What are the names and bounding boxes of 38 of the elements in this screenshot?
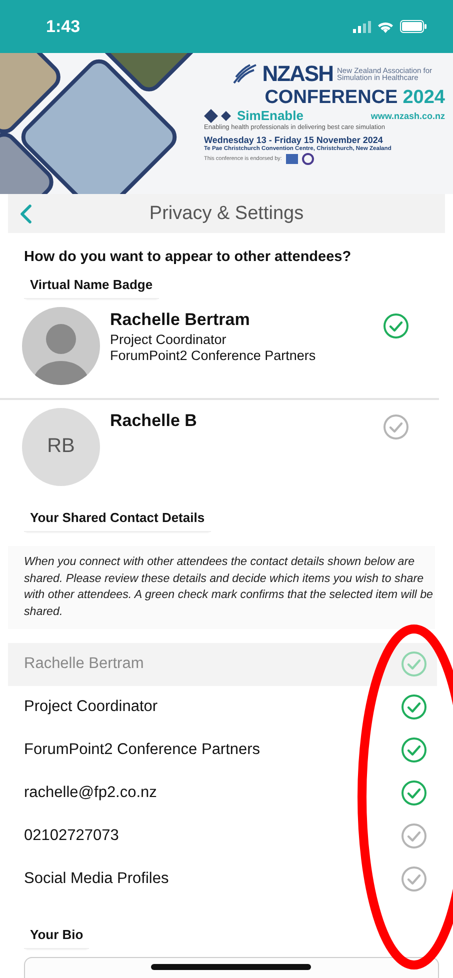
check-circle-icon[interactable] [401, 866, 427, 892]
signal-icon [353, 20, 371, 33]
org-logo-text: NZASH [262, 61, 333, 88]
contact-detail: ForumPoint2 Conference Partners [24, 741, 260, 760]
badge-detail: Project Coordinator [110, 332, 228, 348]
check-circle-icon[interactable] [401, 737, 427, 764]
conference-dates: Wednesday 13 - Friday 15 November 2024 [204, 135, 384, 146]
sharing-note: When you connect with other attendees the contact details shown below are shared. Please review these details and decide which items you wish to share with other attendees. A green check mark confirms that the selected item will be shared. [24, 554, 434, 620]
contact-detail: rachelle@fp2.co.nz [24, 784, 157, 802]
status-time: 1:43 [46, 16, 80, 37]
contact-detail: Project Coordinator [24, 698, 158, 716]
check-circle-icon[interactable] [401, 823, 427, 850]
check-circle-icon[interactable] [383, 312, 409, 339]
badge-name: Rachelle Bertram [110, 310, 251, 330]
conference-year: 2024 [402, 88, 445, 108]
contact-detail: 02102727073 [24, 827, 119, 846]
contact-detail: Rachelle Bertram [24, 655, 144, 674]
section-label: Virtual Name Badge [24, 272, 159, 299]
page-title: Privacy & Settings [148, 202, 305, 225]
section-label: Your Shared Contact Details [24, 506, 211, 532]
contact-detail: Social Media Profiles [24, 870, 169, 888]
check-circle-icon[interactable] [401, 694, 427, 720]
diamonds-icon [204, 108, 234, 123]
wifi-icon [377, 20, 394, 33]
feather-logo-icon [232, 63, 258, 86]
section-label: Your Bio [24, 922, 90, 949]
battery-icon [400, 20, 427, 34]
badge-name: Rachelle B [110, 410, 198, 431]
initials-avatar: RB [22, 408, 100, 486]
question-heading: How do you want to appear to other attendees? [23, 248, 352, 267]
website-url: www.nzash.co.nz [370, 110, 445, 121]
badge-detail: ForumPoint2 Conference Partners [110, 348, 317, 364]
endorser-logos-icon [286, 153, 316, 166]
theme-name: SimEnable [237, 108, 304, 124]
check-circle-icon[interactable] [383, 414, 409, 440]
back-chevron-icon[interactable] [20, 204, 32, 224]
check-circle-icon[interactable] [401, 780, 427, 806]
conference-title: CONFERENCE [264, 88, 398, 108]
